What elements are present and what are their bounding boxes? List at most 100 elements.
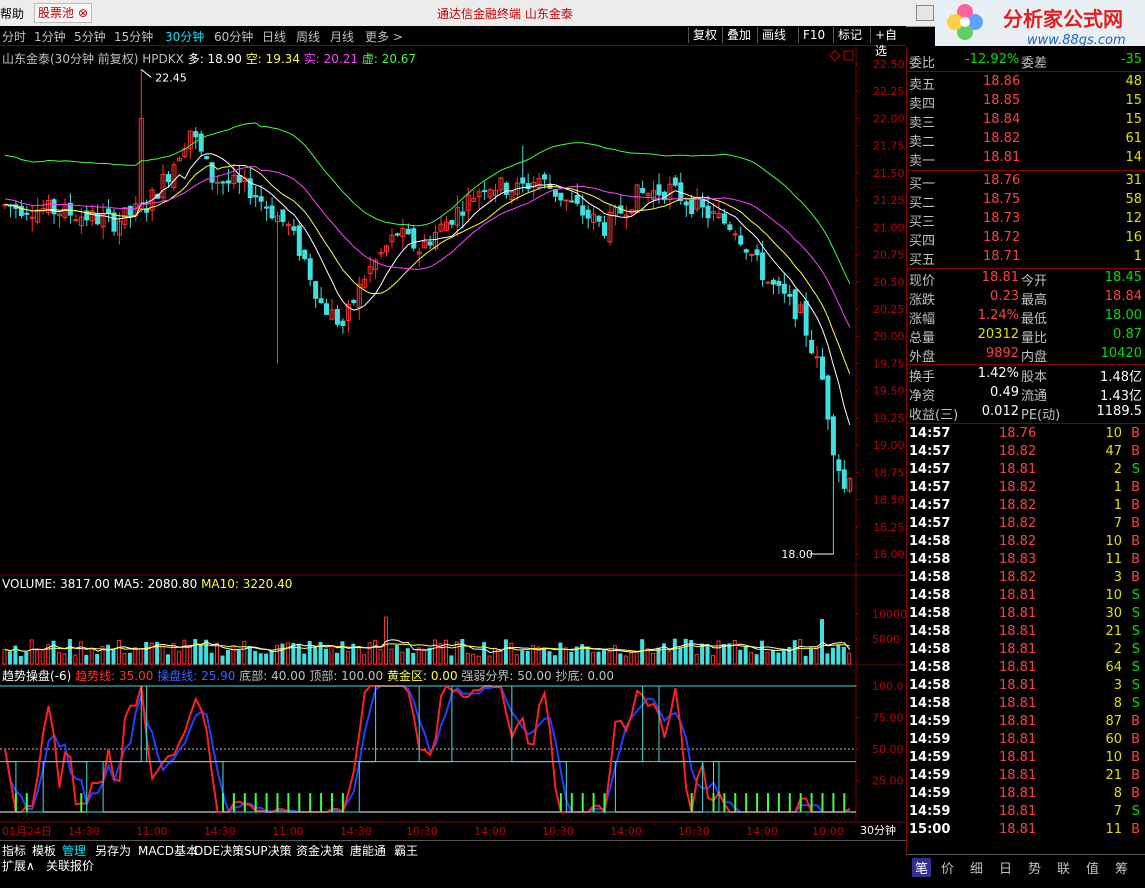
tick-vol: 1 [1113, 480, 1122, 495]
xu-label: 虚: [361, 52, 382, 66]
volume-bar [166, 654, 170, 665]
period-tab-8[interactable]: 月线 [330, 28, 354, 45]
y-tick-label: 20.25 [873, 303, 905, 316]
candles-group [2, 69, 853, 554]
quote-tab-5[interactable]: 联 [1057, 858, 1070, 877]
stat-label: 今开 [1021, 274, 1048, 289]
quote-tab-7[interactable]: 筹 [1115, 858, 1128, 877]
candle-body [563, 199, 569, 202]
toolbar-button-4[interactable]: 标记 [833, 27, 866, 43]
top-label: 顶部: [309, 669, 342, 683]
tick-time: 14:59 [909, 732, 951, 747]
volume-bar [133, 647, 138, 665]
period-tab-4[interactable]: 30分钟 [165, 28, 204, 45]
quote-tab-6[interactable]: 值 [1086, 858, 1099, 877]
tick-row: 14:59 18.81 21 B [907, 768, 1145, 786]
stat-label: 涨幅 [909, 312, 936, 327]
candle-body [198, 133, 204, 152]
kline-chart-area[interactable]: 22.50 22.25 22.00 21.75 21.50 21.25 21.00 20.75… [0, 46, 906, 840]
quote-tab-3[interactable]: 日 [999, 858, 1012, 877]
period-tab-1[interactable]: 1分钟 [34, 28, 66, 45]
candle-body [825, 375, 831, 420]
volume-bar [95, 653, 100, 665]
tick-time: 14:59 [909, 786, 951, 801]
candle-body [253, 195, 259, 198]
candle-body [770, 279, 776, 285]
indicator-header: 趋势操盘(-6) 趋势线: 35.00 操盘线: 25.90 底部: 40.00… [2, 667, 614, 684]
period-tab-3[interactable]: 15分钟 [114, 28, 153, 45]
tick-vol: 60 [1105, 732, 1122, 747]
candle-body [749, 253, 755, 256]
tick-bs: S [1131, 462, 1140, 477]
dip-label: 抄底: [555, 669, 588, 683]
tick-time: 14:58 [909, 678, 951, 693]
period-tab-5[interactable]: 60分钟 [214, 28, 253, 45]
period-tab-0[interactable]: 分时 [2, 28, 26, 45]
toolbar-button-2[interactable]: 画线 [757, 27, 790, 43]
window-restore-button[interactable] [916, 5, 934, 21]
stat-value: 18.84 [1104, 289, 1142, 304]
strong-value: 50.00 [517, 669, 552, 683]
volume-value: 3817.00 [60, 577, 110, 591]
candle-body [760, 252, 766, 281]
candle-body [596, 215, 602, 222]
toolbar-button-5[interactable]: +自选 [870, 27, 906, 58]
period-tab-9[interactable]: 更多 > [365, 28, 403, 45]
tick-time: 14:58 [909, 696, 951, 711]
candle-body [820, 356, 825, 380]
volume-bar [542, 647, 547, 665]
volume-bar [433, 639, 438, 665]
tick-time: 14:58 [909, 642, 951, 657]
candle-body [215, 181, 221, 184]
candle-body [732, 233, 738, 236]
tick-row: 14:59 18.81 60 B [907, 732, 1145, 750]
period-tab-6[interactable]: 日线 [262, 28, 286, 45]
time-label: 14:30 [204, 825, 236, 838]
tick-vol: 2 [1113, 642, 1122, 657]
quote-tab-2[interactable]: 细 [970, 858, 983, 877]
tick-price: 18.81 [999, 768, 1037, 783]
tick-bs: B [1131, 444, 1140, 459]
toolbar-button-1[interactable]: 叠加 [722, 27, 755, 43]
y-tick-label: 18.00 [873, 548, 905, 561]
volume-bar [498, 650, 503, 665]
candle-body [830, 416, 836, 456]
volume-bar [667, 651, 672, 665]
stock-pool-tab[interactable]: 股票池 ⊗ [34, 3, 93, 23]
toolbar-button-3[interactable]: F10 [798, 27, 829, 43]
tick-bs: B [1131, 822, 1140, 837]
ext-tab-0[interactable]: 扩展∧ [2, 857, 35, 874]
volume-bar [193, 639, 198, 665]
period-tab-2[interactable]: 5分钟 [74, 28, 106, 45]
volume-bar [618, 653, 623, 665]
quote-tab-0[interactable]: 笔 [912, 858, 932, 877]
candle-body [313, 281, 319, 299]
candle-body [351, 299, 357, 304]
close-icon[interactable]: ⊗ [78, 6, 88, 20]
tick-time: 14:57 [909, 444, 951, 459]
quote-tab-1[interactable]: 价 [941, 858, 954, 877]
ext-tab-1[interactable]: 关联报价 [46, 857, 94, 874]
quote-tab-4[interactable]: 势 [1028, 858, 1041, 877]
stat-label: 量比 [1021, 331, 1048, 346]
menu-help[interactable]: 帮助 [0, 5, 24, 22]
tick-price: 18.81 [999, 750, 1037, 765]
period-tab-7[interactable]: 周线 [296, 28, 320, 45]
buy-row: 买三 18.73 12 [907, 211, 1145, 230]
tick-bs: S [1131, 624, 1140, 639]
volume-bar [585, 646, 590, 665]
buy-label: 买四 [909, 234, 936, 249]
tick-row: 14:57 18.82 7 B [907, 516, 1145, 534]
tick-price: 18.82 [999, 498, 1037, 513]
candle-body [258, 196, 264, 202]
quote-panel-tabs: 笔价细日势联值筹 [906, 854, 1145, 877]
y-tick-label: 20.50 [873, 276, 905, 289]
stat2-label: PE(动) [1021, 408, 1061, 423]
toolbar-button-0[interactable]: 复权 [688, 27, 721, 43]
sell-vol: 48 [1125, 74, 1142, 89]
tick-row: 14:58 18.81 30 S [907, 606, 1145, 624]
y-tick-label: 18.25 [873, 521, 905, 534]
tick-price: 18.82 [999, 480, 1037, 495]
candle-body [340, 320, 346, 326]
indicator-name[interactable]: 趋势操盘(-6) [2, 669, 71, 683]
